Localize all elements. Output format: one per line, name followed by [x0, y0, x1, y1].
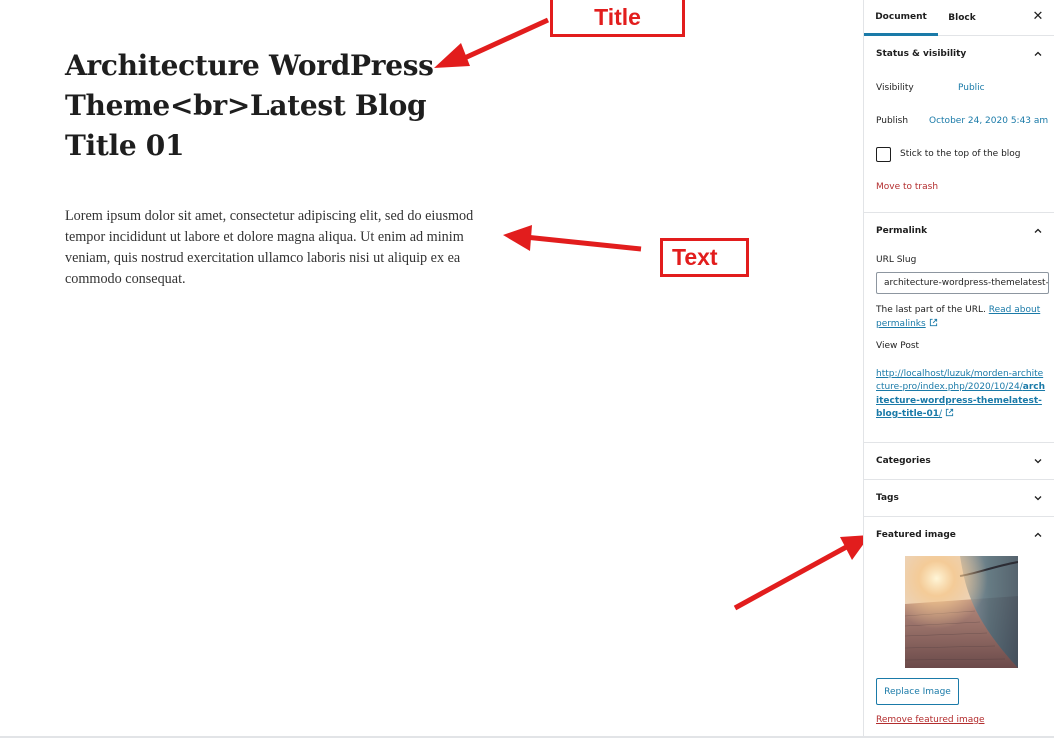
panel-permalink: Permalink URL Slug architecture-wordpres…: [864, 213, 1054, 443]
url-slug-input[interactable]: architecture-wordpress-themelatest-blog-…: [876, 272, 1049, 294]
move-to-trash-link[interactable]: Move to trash: [876, 182, 938, 192]
tab-document[interactable]: Document: [864, 0, 938, 36]
publish-label: Publish: [876, 116, 909, 126]
panel-heading: Permalink: [876, 226, 928, 236]
panel-categories: Categories: [864, 443, 1054, 480]
view-post-url-suffix: /: [939, 408, 943, 419]
panel-heading: Status & visibility: [876, 49, 967, 59]
panel-permalink-toggle[interactable]: Permalink: [864, 213, 1054, 249]
featured-image-picture: [905, 556, 1018, 668]
chevron-up-icon: [1034, 532, 1042, 537]
panel-heading: Tags: [876, 493, 899, 503]
permalink-help-text: The last part of the URL.: [876, 305, 986, 315]
panel-heading: Featured image: [876, 530, 956, 540]
panel-status-visibility: Status & visibility Visibility Public Pu…: [864, 36, 1054, 213]
chevron-up-icon: [1034, 51, 1042, 56]
tab-block[interactable]: Block: [938, 0, 986, 36]
post-title[interactable]: Architecture WordPress Theme<br>Latest B…: [65, 46, 495, 166]
panel-tags: Tags: [864, 480, 1054, 517]
panel-featured-image-toggle[interactable]: Featured image: [864, 517, 1054, 553]
stick-to-top-checkbox[interactable]: [876, 147, 891, 162]
visibility-value-link[interactable]: Public: [958, 83, 985, 93]
annotation-text-label: Text: [660, 238, 749, 277]
url-slug-label: URL Slug: [876, 255, 917, 265]
publish-date-link[interactable]: October 24, 2020 5:43 am: [929, 116, 1048, 126]
replace-image-button[interactable]: Replace Image: [876, 678, 959, 705]
featured-image-thumbnail[interactable]: [905, 556, 1018, 668]
close-sidebar-button[interactable]: ✕: [1032, 9, 1044, 24]
editor-canvas: Architecture WordPress Theme<br>Latest B…: [0, 0, 863, 736]
annotation-title-label: Title: [550, 0, 685, 37]
remove-featured-image-link[interactable]: Remove featured image: [876, 715, 984, 725]
view-post-url-prefix: http://localhost/luzuk/morden-architectu…: [876, 369, 1044, 393]
panel-tags-toggle[interactable]: Tags: [864, 480, 1054, 516]
panel-categories-toggle[interactable]: Categories: [864, 443, 1054, 479]
panel-heading: Categories: [876, 456, 931, 466]
close-icon: ✕: [1032, 9, 1044, 24]
panel-status-visibility-toggle[interactable]: Status & visibility: [864, 36, 1054, 72]
external-link-icon: [945, 408, 954, 416]
sidebar-tabs: Document Block ✕: [864, 0, 1054, 36]
chevron-down-icon: [1034, 496, 1042, 501]
external-link-icon: [929, 318, 937, 327]
chevron-up-icon: [1034, 228, 1042, 233]
chevron-down-icon: [1034, 459, 1042, 464]
post-paragraph[interactable]: Lorem ipsum dolor sit amet, consectetur …: [65, 206, 485, 290]
visibility-label: Visibility: [876, 83, 914, 93]
view-post-link[interactable]: http://localhost/luzuk/morden-architectu…: [876, 368, 1048, 421]
view-post-label: View Post: [876, 341, 920, 351]
permalink-help: The last part of the URL. Read about per…: [876, 303, 1046, 331]
panel-featured-image: Featured image: [864, 517, 1054, 553]
stick-to-top-label[interactable]: Stick to the top of the blog: [900, 149, 1021, 159]
settings-sidebar: Document Block ✕ Status & visibility Vis…: [863, 0, 1054, 736]
